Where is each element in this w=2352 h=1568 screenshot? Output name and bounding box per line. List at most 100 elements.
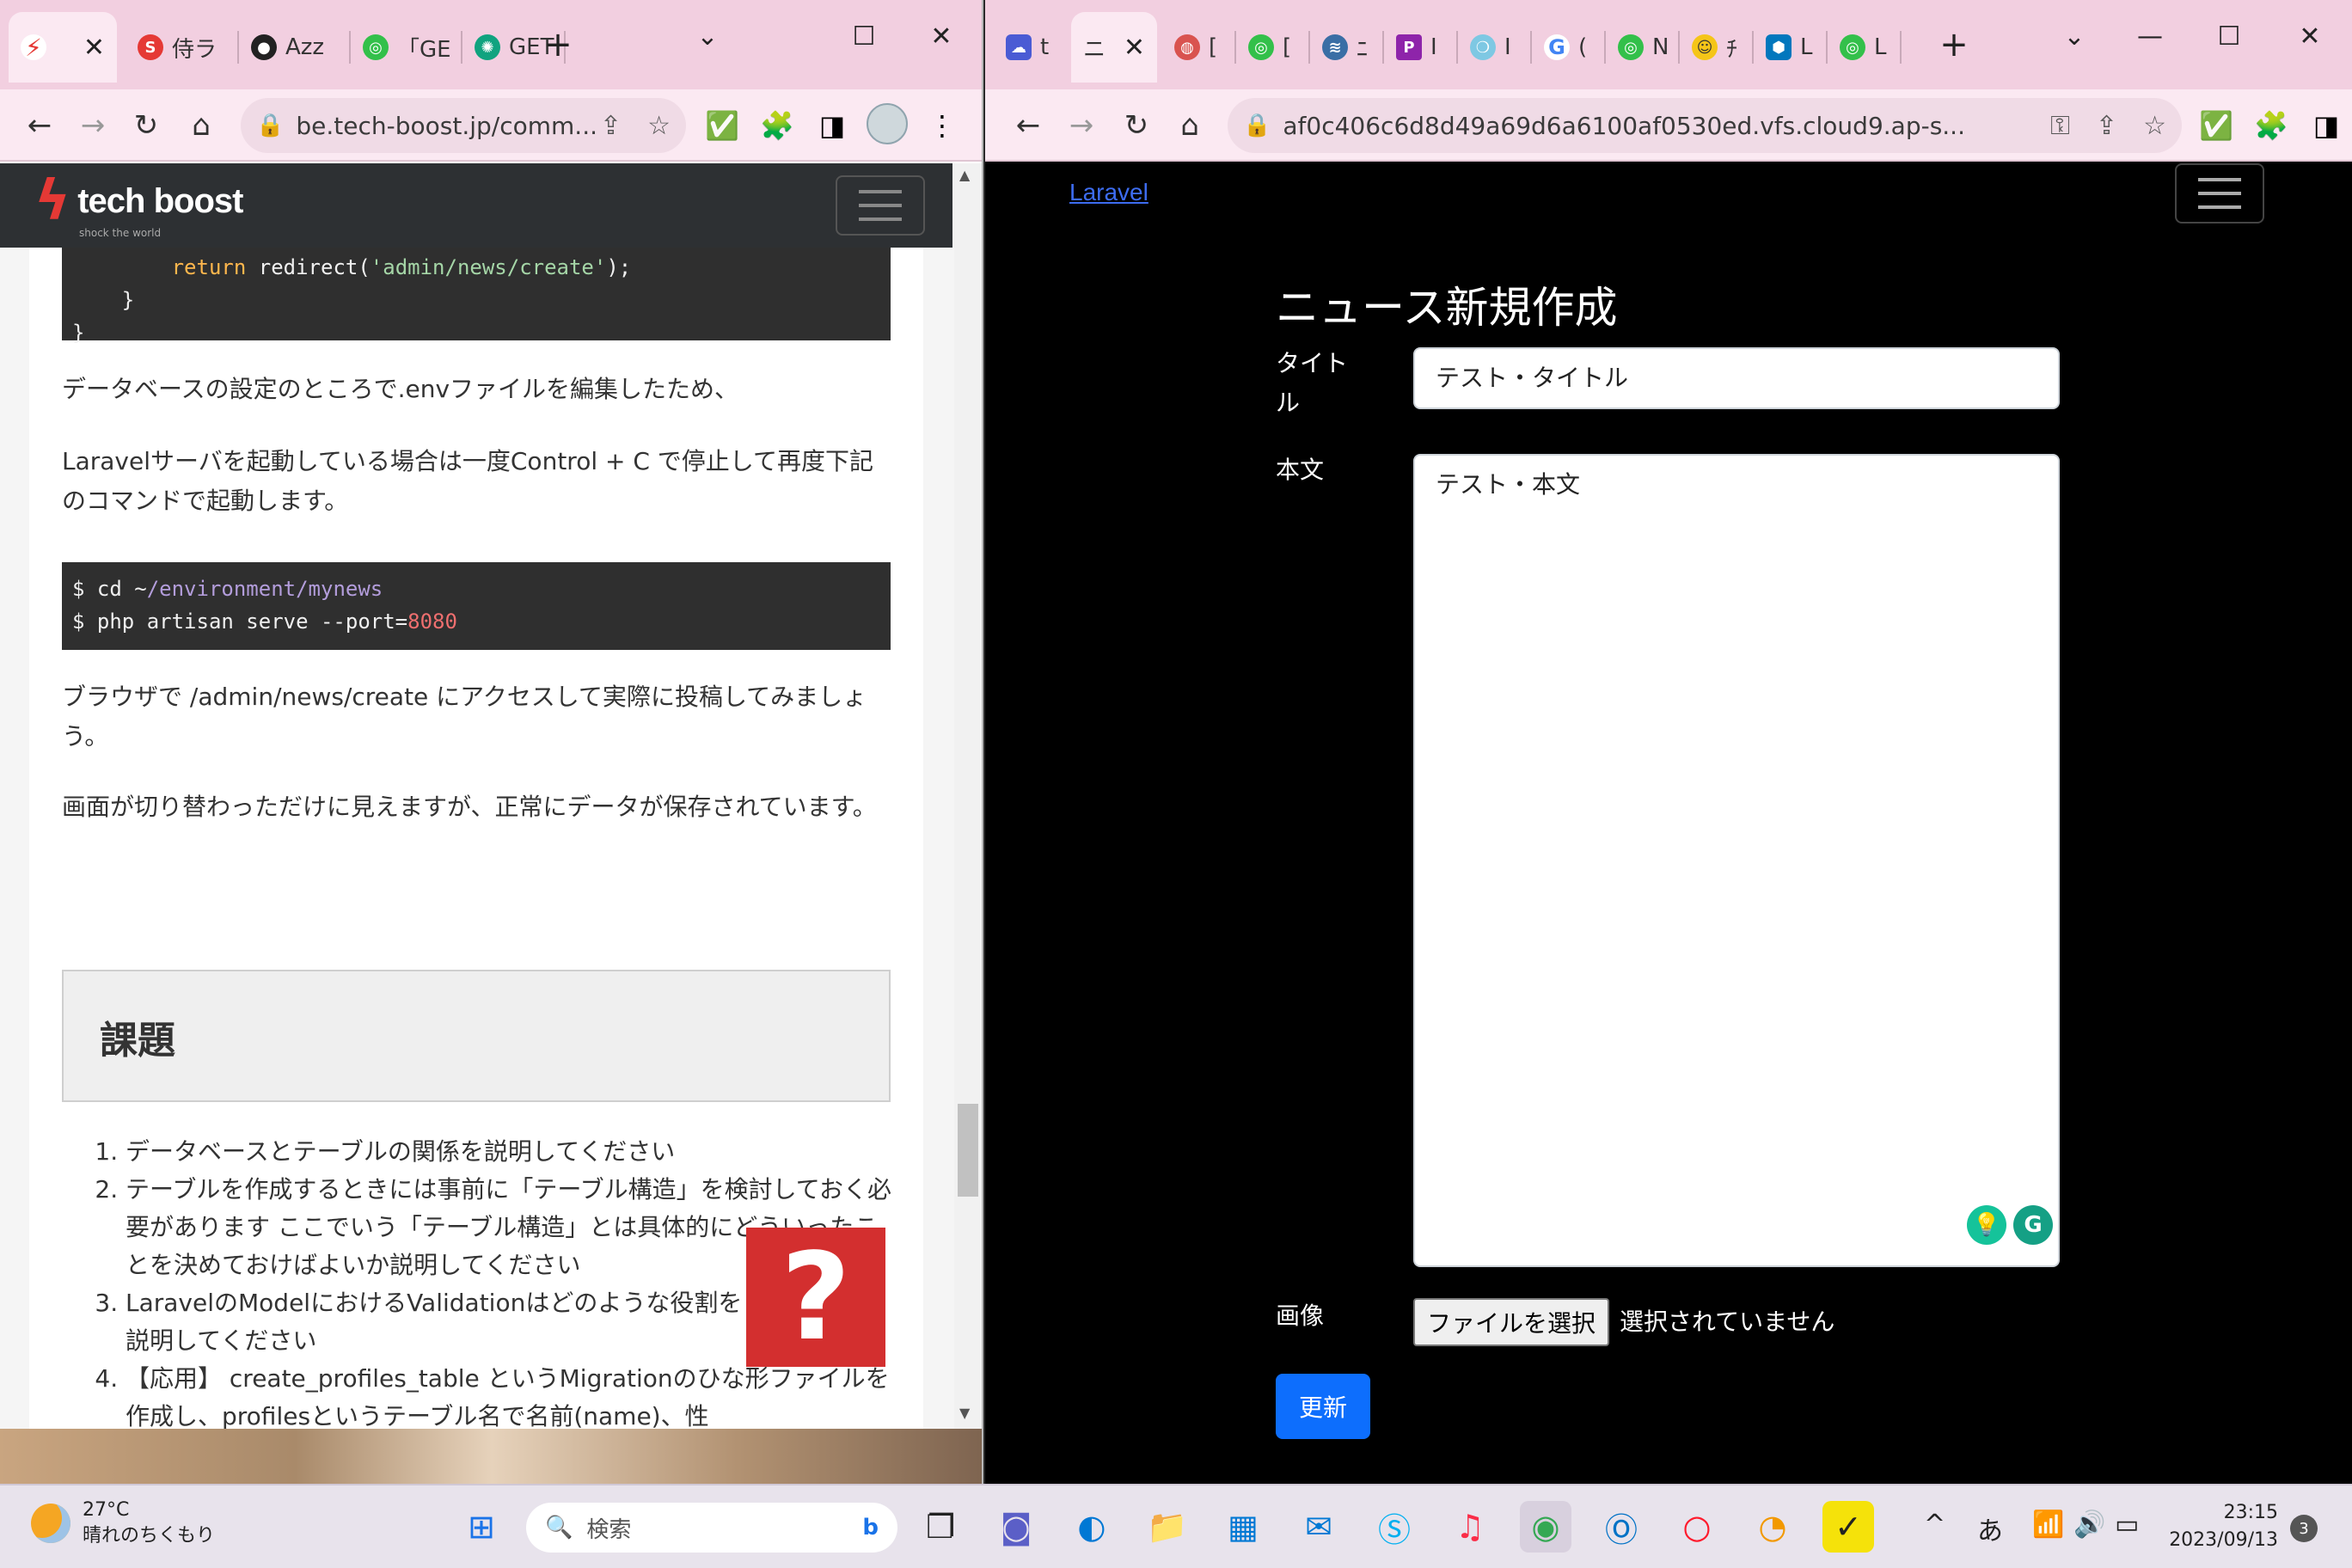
reload-icon[interactable]: ↻ <box>1112 101 1161 150</box>
taskbar-search[interactable]: 🔍 検索 b <box>526 1503 897 1553</box>
tab-github[interactable]: ● Azz <box>239 12 351 83</box>
tab-smiley[interactable]: ☺ ﾁ <box>1680 12 1754 83</box>
profile-avatar[interactable] <box>867 103 908 144</box>
new-tab-button[interactable]: + <box>1924 21 1984 69</box>
grammarly-icon[interactable]: G <box>2013 1205 2053 1245</box>
close-tab-icon[interactable]: ✕ <box>83 33 105 63</box>
chat-icon[interactable]: ◙ <box>990 1501 1042 1553</box>
volume-icon[interactable]: 🔊 <box>2073 1510 2105 1540</box>
extension-check-icon[interactable]: ✅ <box>701 105 743 146</box>
key-icon[interactable]: ⚿ <box>2050 111 2070 141</box>
code-block-serve: $ cd ~/environment/mynews $ php artisan … <box>62 562 891 650</box>
bookmark-star-icon[interactable]: ☆ <box>647 111 671 141</box>
lock-icon: 🔒 <box>1243 113 1271 138</box>
notification-badge[interactable]: 3 <box>2290 1515 2318 1542</box>
skype-icon[interactable]: Ⓢ <box>1369 1501 1420 1553</box>
forward-icon[interactable]: → <box>1057 101 1106 150</box>
tab-label: t <box>1040 34 1050 60</box>
tab-globe[interactable]: ◍ [ <box>1162 12 1236 83</box>
close-tab-icon[interactable]: ✕ <box>1124 33 1145 63</box>
share-icon[interactable]: ⇪ <box>2096 111 2117 141</box>
maximize-button[interactable]: ☐ <box>2199 12 2259 60</box>
close-window-button[interactable]: ✕ <box>2280 12 2340 60</box>
chrome-icon[interactable]: ◉ <box>1520 1501 1571 1553</box>
wifi-icon[interactable]: 📶 <box>2032 1510 2064 1540</box>
extension-check-icon[interactable]: ✅ <box>2196 105 2237 146</box>
tab-tech-boost[interactable]: ⚡ ✕ <box>9 12 117 83</box>
side-panel-icon[interactable]: ◨ <box>812 105 853 146</box>
tab-search-button[interactable]: ⌄ <box>677 12 738 60</box>
tab-search-button[interactable]: ⌄ <box>2044 12 2104 60</box>
address-bar[interactable]: 🔒 af0c406c6d8d49a69d6a6100af0530ed.vfs.c… <box>1228 98 2182 153</box>
start-windows-icon[interactable]: ⊞ <box>456 1501 507 1553</box>
todo-check-icon[interactable]: ✓ <box>1822 1501 1874 1553</box>
tab-label: 「GE <box>397 36 451 63</box>
tab-cloud9[interactable]: ☁ t <box>994 12 1069 83</box>
tab-hex[interactable]: ⬢ L <box>1754 12 1828 83</box>
tab-green-3[interactable]: ◎ L <box>1828 12 1902 83</box>
scroll-up-icon[interactable]: ▲ <box>959 167 970 183</box>
green-circle-icon: ◎ <box>1840 34 1865 60</box>
weather-widget[interactable]: 27°C 晴れのちくもり <box>31 1498 215 1549</box>
tech-boost-logo[interactable]: ϟ tech boost shock the world <box>34 174 243 239</box>
tab-google[interactable]: G ( <box>1532 12 1606 83</box>
minimize-button[interactable]: — <box>2120 12 2180 60</box>
help-question-icon[interactable]: ? <box>746 1228 885 1368</box>
tab-green-1[interactable]: ◎ [ <box>1236 12 1310 83</box>
laravel-brand-link[interactable]: Laravel <box>1069 179 1148 206</box>
bookmark-star-icon[interactable]: ☆ <box>2143 111 2166 141</box>
navbar-toggler-button[interactable] <box>2175 163 2264 224</box>
green-circle-icon: ◎ <box>1618 34 1644 60</box>
close-window-button[interactable]: ✕ <box>911 12 971 60</box>
tab-samurai[interactable]: S 侍ラ <box>126 12 239 83</box>
address-bar[interactable]: 🔒 be.tech-boost.jp/comm... ⇪ ☆ <box>241 98 686 153</box>
outlook-icon[interactable]: Ⓞ <box>1596 1501 1647 1553</box>
bing-icon[interactable]: b <box>862 1515 879 1540</box>
new-tab-button[interactable]: + <box>528 21 588 69</box>
edge-icon[interactable]: ◐ <box>1066 1501 1118 1553</box>
reload-icon[interactable]: ↻ <box>122 101 170 150</box>
tab-label: ﾁ <box>1726 36 1738 63</box>
back-icon[interactable]: ← <box>15 101 64 150</box>
ime-indicator[interactable]: あ <box>1977 1510 2003 1547</box>
forward-icon[interactable]: → <box>69 101 117 150</box>
file-select-button[interactable]: ファイルを選択 <box>1413 1298 1610 1346</box>
article-content: return redirect('admin/news/create'); } … <box>29 244 923 1429</box>
tab-news-create[interactable]: ニ ✕ <box>1071 12 1157 83</box>
laravel-news-create-page: Laravel ニュース新規作成 タイト ル テスト・タイトル 本文 テスト・本… <box>985 163 2352 1484</box>
grammarly-widget[interactable]: 💡 G <box>1967 1205 2053 1245</box>
opera-icon[interactable]: ○ <box>1671 1501 1723 1553</box>
task-view-icon[interactable]: ❐ <box>915 1501 966 1553</box>
menu-kebab-icon[interactable]: ⋮ <box>922 105 963 146</box>
extensions-puzzle-icon[interactable]: 🧩 <box>2251 105 2292 146</box>
extensions-puzzle-icon[interactable]: 🧩 <box>756 105 798 146</box>
home-icon[interactable]: ⌂ <box>1166 101 1214 150</box>
share-icon[interactable]: ⇪ <box>600 111 622 141</box>
battery-icon[interactable]: ▭ <box>2115 1510 2139 1540</box>
tab-ge[interactable]: ◎ 「GE <box>351 12 462 83</box>
hamburger-menu-button[interactable] <box>836 175 925 236</box>
mail-icon[interactable]: ✉ <box>1293 1501 1344 1553</box>
page-scrollbar[interactable]: ▲ ▼ <box>954 163 982 1429</box>
body-textarea[interactable]: テスト・本文 💡 G <box>1413 454 2060 1267</box>
store-icon[interactable]: ▦ <box>1217 1501 1269 1553</box>
scrollbar-thumb[interactable] <box>958 1104 978 1197</box>
scroll-down-icon[interactable]: ▼ <box>959 1405 970 1421</box>
tab-wind[interactable]: ≋ ﾆ <box>1310 12 1384 83</box>
tab-bubble[interactable]: ❍ I <box>1458 12 1532 83</box>
tab-green-2[interactable]: ◎ N <box>1606 12 1680 83</box>
vpn-icon[interactable]: ◔ <box>1747 1501 1798 1553</box>
chevron-up-icon[interactable]: ^ <box>1924 1510 1945 1540</box>
itunes-icon[interactable]: ♫ <box>1444 1501 1496 1553</box>
side-panel-icon[interactable]: ◨ <box>2306 105 2347 146</box>
tab-label: ( <box>1578 34 1588 60</box>
system-clock[interactable]: 23:15 2023/09/13 <box>2165 1499 2278 1554</box>
tab-p[interactable]: P I <box>1384 12 1458 83</box>
home-icon[interactable]: ⌂ <box>177 101 225 150</box>
file-explorer-icon[interactable]: 📁 <box>1142 1501 1193 1553</box>
back-icon[interactable]: ← <box>1004 101 1052 150</box>
maximize-button[interactable]: ☐ <box>834 12 894 60</box>
title-input[interactable]: テスト・タイトル <box>1413 347 2060 409</box>
update-button[interactable]: 更新 <box>1276 1374 1370 1439</box>
bulb-icon[interactable]: 💡 <box>1967 1205 2006 1245</box>
